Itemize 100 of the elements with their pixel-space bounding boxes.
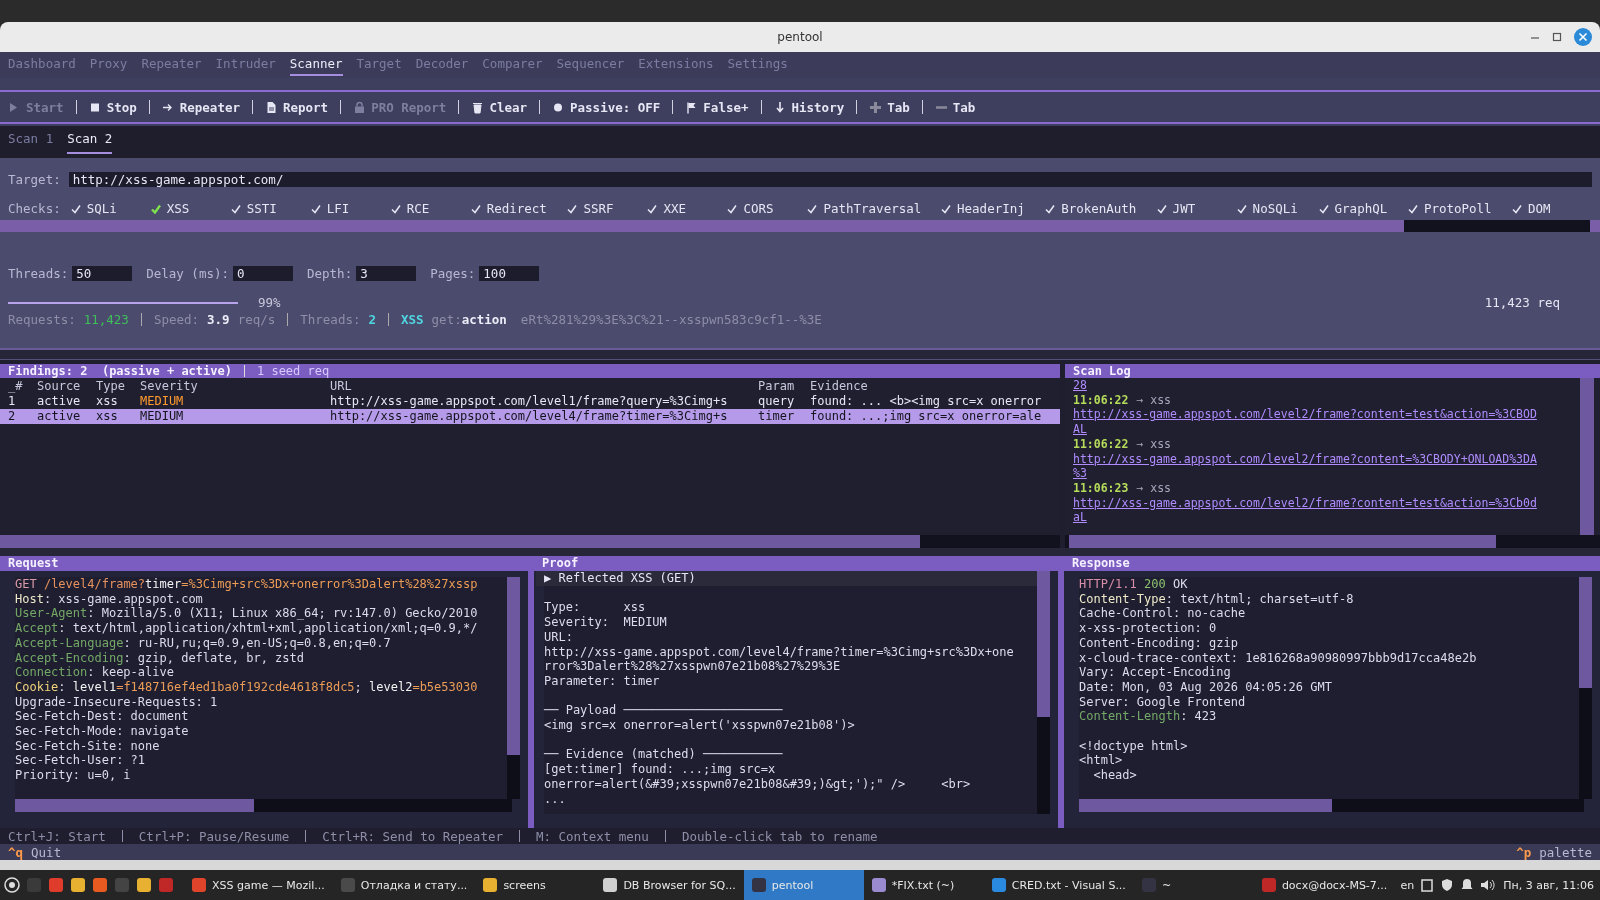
target-field[interactable]: http://xss-game.appspot.com/ (68, 172, 1592, 187)
taskbar-item[interactable]: *FIX.txt (~) (863, 870, 984, 900)
check-label[interactable]: Redirect (486, 201, 547, 216)
toolbar-button[interactable]: History (773, 97, 845, 117)
toolbar-button[interactable]: Repeater (161, 97, 240, 117)
taskbar-item[interactable]: Отладка и стату... (332, 870, 476, 900)
toolbar-button[interactable]: Tab (934, 97, 976, 117)
taskbar-item[interactable]: XSS game — Mozil... (184, 870, 333, 900)
table-cell[interactable]: active (29, 394, 88, 409)
table-cell[interactable]: found: ... <b><img src=x onerror (802, 394, 1060, 409)
check-label[interactable]: ProtoPoll (1423, 201, 1492, 216)
log-link[interactable]: 28 (1073, 378, 1580, 393)
shortcut-hint: Ctrl+P: Pause/Resume (138, 828, 290, 844)
check-label[interactable]: GraphQL (1334, 201, 1388, 216)
scrollbar[interactable] (507, 577, 520, 799)
app-icon[interactable] (136, 877, 152, 893)
scrollbar[interactable] (15, 799, 512, 812)
bell-icon[interactable] (1461, 878, 1474, 892)
log-link[interactable]: http://xss-game.appspot.com/level2/frame?content=test&action=%3Cb0d aL (1073, 495, 1580, 526)
menu-tab[interactable]: Scanner (289, 54, 343, 76)
check-label[interactable]: JWT (1172, 201, 1196, 216)
table-cell[interactable]: http://xss-game.appspot.com/level4/frame?timer=%3Cimg+s (322, 409, 750, 424)
table-cell[interactable]: xss (88, 394, 132, 409)
input-field[interactable]: 0 (233, 266, 293, 281)
check-label[interactable]: XXE (663, 201, 686, 216)
table-cell[interactable]: 2 (0, 409, 29, 424)
toolbar-button[interactable]: Passive: OFF (552, 97, 661, 117)
panel-title: Findings: 2 (passive + active) (8, 364, 232, 378)
check-label[interactable]: SSTI (246, 201, 277, 216)
code-line: Sec-Fetch-Mode: navigate (15, 724, 190, 739)
check-label[interactable]: PathTraversal (823, 201, 922, 216)
taskbar-item[interactable]: docx@docx-MS-7... (1253, 870, 1396, 900)
table-cell[interactable]: found: ...;img src=x onerror=ale (802, 409, 1060, 424)
check-label[interactable]: LFI (326, 201, 350, 216)
app-icon[interactable] (48, 877, 64, 893)
toolbar-button[interactable]: Clear (471, 97, 528, 117)
toolbar-button[interactable]: False+ (685, 97, 749, 117)
check-label[interactable]: DOM (1528, 201, 1551, 216)
scrollbar[interactable] (1580, 378, 1594, 535)
input-field[interactable]: 100 (479, 266, 540, 281)
code-line: onerror=alert(&#39;xsspwn07e21b08&#39;)&gt;');" /> <br> (544, 776, 972, 792)
log-link[interactable]: http://xss-game.appspot.com/level2/frame?content=%3CBODY+ONLOAD%3DA %3 (1073, 451, 1580, 481)
code-line: <img src=x onerror=alert('xsspwn07e21b08')> (544, 718, 856, 733)
app-icon[interactable] (70, 877, 86, 893)
taskbar-item[interactable]: CRED.txt - Visual S... (983, 870, 1134, 900)
scrollbar[interactable] (1065, 535, 1600, 548)
param-name: action (461, 312, 507, 327)
table-cell[interactable]: xss (88, 409, 132, 424)
table-cell[interactable]: query (750, 394, 802, 409)
log-link[interactable]: http://xss-game.appspot.com/level2/frame?content=test&action=%3CBOD AL (1073, 407, 1580, 437)
scrollbar[interactable] (1037, 571, 1050, 814)
input-field[interactable]: 3 (356, 266, 417, 281)
keyboard-language[interactable]: en (1400, 878, 1415, 892)
table-cell[interactable]: active (29, 409, 88, 424)
close-icon[interactable] (1574, 28, 1592, 46)
code-line: Priority: u=0, i (15, 768, 132, 783)
check-label[interactable]: HeaderInj (957, 201, 1025, 216)
progress-percent: 99% (258, 295, 281, 310)
check-label[interactable]: SSRF (583, 201, 614, 216)
scrollbar[interactable] (1579, 577, 1592, 799)
column-header: Param (757, 379, 796, 394)
input-field[interactable]: 50 (72, 266, 133, 281)
speaker-icon[interactable] (1480, 878, 1497, 892)
taskbar-item[interactable]: pentool (743, 870, 864, 900)
code-line: Accept-Encoding: gzip, deflate, br, zstd (15, 650, 305, 666)
log-text: → xss (1136, 480, 1171, 495)
check-label[interactable]: BrokenAuth (1061, 201, 1137, 216)
trash-icon (471, 100, 485, 114)
code-line: ── Payload ────────────────────── (544, 703, 784, 718)
scrollbar[interactable] (0, 220, 1600, 232)
taskbar-item[interactable]: DB Browser for SQ... (595, 870, 744, 900)
column-header: Severity (139, 379, 199, 394)
toolbar-button[interactable]: Stop (88, 97, 137, 117)
table-cell[interactable]: 1 (0, 394, 29, 409)
shield-icon[interactable] (1440, 878, 1455, 892)
check-label[interactable]: XSS (166, 201, 190, 216)
status-label: Requests: (8, 312, 76, 327)
menu-icon[interactable] (4, 877, 20, 893)
table-cell[interactable]: timer (750, 409, 802, 424)
check-label[interactable]: CORS (743, 201, 774, 216)
scan-tab[interactable]: Scan 1 (8, 128, 54, 154)
taskbar-item[interactable]: screens (475, 870, 596, 900)
app-icon[interactable] (92, 877, 108, 893)
maximize-icon[interactable] (1552, 32, 1562, 42)
clock[interactable]: Пн, 3 авг, 11:06 (1503, 878, 1594, 892)
table-cell[interactable]: MEDIUM (132, 409, 322, 424)
scrollbar[interactable] (1079, 799, 1584, 812)
scrollbar[interactable] (0, 535, 1060, 548)
toolbar-button[interactable]: Tab (869, 97, 910, 117)
toolbar-button[interactable]: Report (264, 97, 329, 117)
check-label[interactable]: RCE (406, 201, 430, 216)
proof-heading[interactable]: ▶ Reflected XSS (GET) (536, 571, 1037, 586)
check-label[interactable]: SQLi (86, 201, 117, 216)
table-cell[interactable]: MEDIUM (132, 394, 322, 409)
check-label[interactable]: NoSQLi (1252, 201, 1298, 216)
taskbar-item[interactable]: ~ (1133, 870, 1254, 900)
log-time: 11:06:22 (1073, 436, 1129, 451)
scan-tab[interactable]: Scan 2 (67, 128, 113, 154)
table-cell[interactable]: http://xss-game.appspot.com/level1/frame?query=%3Cimg+s (322, 394, 750, 409)
code-line: ── Evidence (matched) ─────────── (544, 747, 784, 763)
